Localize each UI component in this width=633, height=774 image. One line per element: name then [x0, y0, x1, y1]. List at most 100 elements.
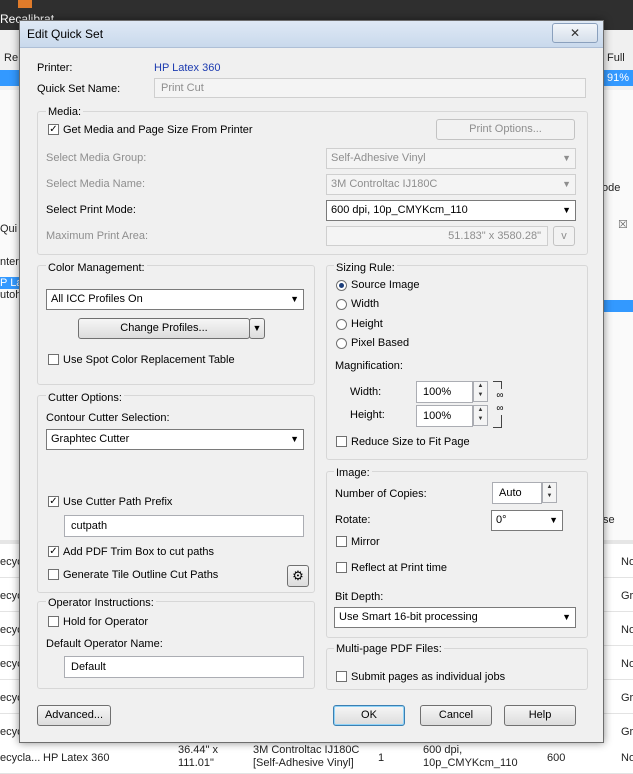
radio-source-image-label: Source Image: [351, 279, 420, 291]
row-cell: 10p_CMYKcm_110: [423, 757, 518, 769]
close-icon[interactable]: ✕: [552, 23, 598, 43]
printer-value: HP Latex 360: [154, 62, 221, 74]
sizing-rule-label: Sizing Rule:: [334, 262, 397, 274]
arrow-down-icon[interactable]: ▼: [474, 391, 487, 400]
trim-box-checkbox[interactable]: ✓: [48, 546, 59, 557]
cutter-prefix-label: Use Cutter Path Prefix: [63, 496, 173, 508]
max-area-field: 51.183" x 3580.28": [326, 226, 548, 246]
chevron-down-icon: ▼: [562, 153, 571, 163]
row-cell: 3M Controltac IJ180C: [253, 744, 360, 756]
media-name-select-value: 3M Controltac IJ180C: [331, 178, 438, 190]
copies-label: Number of Copies:: [335, 488, 427, 500]
app-logo-icon: [18, 0, 32, 8]
print-options-button[interactable]: Print Options...: [436, 119, 575, 140]
mag-height-input[interactable]: 100%: [416, 405, 473, 427]
print-mode-select[interactable]: 600 dpi, 10p_CMYKcm_110 ▼: [326, 200, 576, 221]
cutter-options-label: Cutter Options:: [46, 392, 124, 404]
ok-button[interactable]: OK: [333, 705, 405, 726]
hold-operator-checkbox[interactable]: [48, 616, 59, 627]
selected-row-highlight: [0, 70, 20, 86]
row-cell: No: [621, 624, 633, 636]
row-cell: 1: [378, 752, 385, 764]
row-cell: Gr: [621, 726, 633, 738]
bit-depth-select[interactable]: Use Smart 16-bit processing ▼: [334, 607, 576, 628]
radio-width[interactable]: [336, 299, 347, 310]
mirror-checkbox[interactable]: [336, 536, 347, 547]
mag-width-stepper[interactable]: ▲ ▼: [473, 381, 488, 402]
row-cell: [Self-Adhesive Vinyl]: [253, 757, 354, 769]
rotate-label: Rotate:: [335, 514, 371, 526]
rotate-select-value: 0°: [496, 514, 507, 526]
submit-pages-checkbox[interactable]: [336, 671, 347, 682]
contour-cutter-label: Contour Cutter Selection:: [46, 412, 170, 424]
quickset-name-label: Quick Set Name:: [37, 83, 121, 95]
arrow-up-icon[interactable]: ▲: [474, 406, 487, 415]
media-group-select[interactable]: Self-Adhesive Vinyl ▼: [326, 148, 576, 169]
reflect-checkbox[interactable]: [336, 562, 347, 573]
icc-profiles-select[interactable]: All ICC Profiles On ▼: [46, 289, 304, 310]
close-panel-icon[interactable]: ☒: [618, 218, 628, 231]
arrow-up-icon[interactable]: ▲: [543, 483, 556, 492]
mirror-label: Mirror: [351, 536, 380, 548]
radio-source-image[interactable]: [336, 280, 347, 291]
radio-pixel-based[interactable]: [336, 338, 347, 349]
radio-height[interactable]: [336, 319, 347, 330]
cutter-prefix-input[interactable]: cutpath: [64, 515, 304, 537]
media-name-select[interactable]: 3M Controltac IJ180C ▼: [326, 174, 576, 195]
multipage-label: Multi-page PDF Files:: [334, 643, 444, 655]
default-operator-input[interactable]: Default: [64, 656, 304, 678]
gear-icon[interactable]: ⚙: [287, 565, 309, 587]
quickset-name-field[interactable]: Print Cut: [154, 78, 586, 98]
rotate-select[interactable]: 0° ▼: [491, 510, 563, 531]
mag-width-input[interactable]: 100%: [416, 381, 473, 403]
copies-stepper[interactable]: ▲ ▼: [542, 482, 557, 503]
get-media-checkbox[interactable]: ✓: [48, 124, 59, 135]
radio-height-label: Height: [351, 318, 383, 330]
chevron-down-icon: ▼: [562, 179, 571, 189]
help-button[interactable]: Help: [504, 705, 576, 726]
chevron-down-icon: ▼: [549, 515, 558, 525]
bit-depth-label: Bit Depth:: [335, 591, 384, 603]
default-operator-label: Default Operator Name:: [46, 638, 163, 650]
mag-height-stepper[interactable]: ▲ ▼: [473, 405, 488, 426]
cutter-select[interactable]: Graphtec Cutter ▼: [46, 429, 304, 450]
arrow-down-icon[interactable]: ▼: [543, 492, 556, 501]
row-cell: No: [621, 752, 633, 764]
cutter-prefix-checkbox[interactable]: ✓: [48, 496, 59, 507]
chevron-down-icon: ▼: [290, 434, 299, 444]
mode-label: ode: [602, 182, 621, 194]
arrow-down-icon[interactable]: ▼: [474, 415, 487, 424]
dialog-titlebar: Edit Quick Set ✕: [20, 21, 603, 48]
radio-width-label: Width: [351, 298, 380, 310]
color-management-label: Color Management:: [46, 262, 147, 274]
media-group-select-label: Select Media Group:: [46, 152, 147, 164]
get-media-label: Get Media and Page Size From Printer: [63, 124, 253, 136]
chain-link-icon[interactable]: ∞ ∞: [496, 389, 504, 415]
tile-outline-checkbox[interactable]: [48, 569, 59, 580]
print-mode-label: Select Print Mode:: [46, 204, 136, 216]
change-profiles-button[interactable]: Change Profiles...: [78, 318, 250, 339]
reduce-size-checkbox[interactable]: [336, 436, 347, 447]
arrow-up-icon[interactable]: ▲: [474, 382, 487, 391]
copies-input[interactable]: Auto: [492, 482, 542, 504]
chevron-down-icon: ▼: [290, 294, 299, 304]
max-area-unit-button[interactable]: v: [553, 226, 575, 246]
se-label: se: [603, 514, 615, 526]
row-cell: 600 dpi,: [423, 744, 463, 756]
row-cell: No: [621, 658, 633, 670]
side-nter: nter: [0, 256, 19, 268]
advanced-button[interactable]: Advanced...: [37, 705, 111, 726]
chevron-down-icon: ▼: [562, 612, 571, 622]
chevron-down-icon: ▼: [252, 323, 262, 333]
change-profiles-dropdown[interactable]: ▼: [249, 318, 265, 339]
table-row[interactable]: ecycla... HP Latex 360 36.44" x 111.01" …: [0, 742, 633, 774]
spot-color-checkbox[interactable]: [48, 354, 59, 365]
cancel-button[interactable]: Cancel: [420, 705, 492, 726]
dialog-title: Edit Quick Set: [27, 27, 104, 41]
row-cell: Gr: [621, 590, 633, 602]
chevron-down-icon: ▼: [562, 205, 571, 215]
media-name-select-label: Select Media Name:: [46, 178, 146, 190]
mag-width-label: Width:: [350, 386, 382, 398]
side-qui: Qui: [0, 223, 18, 235]
trim-box-label: Add PDF Trim Box to cut paths: [63, 546, 215, 558]
